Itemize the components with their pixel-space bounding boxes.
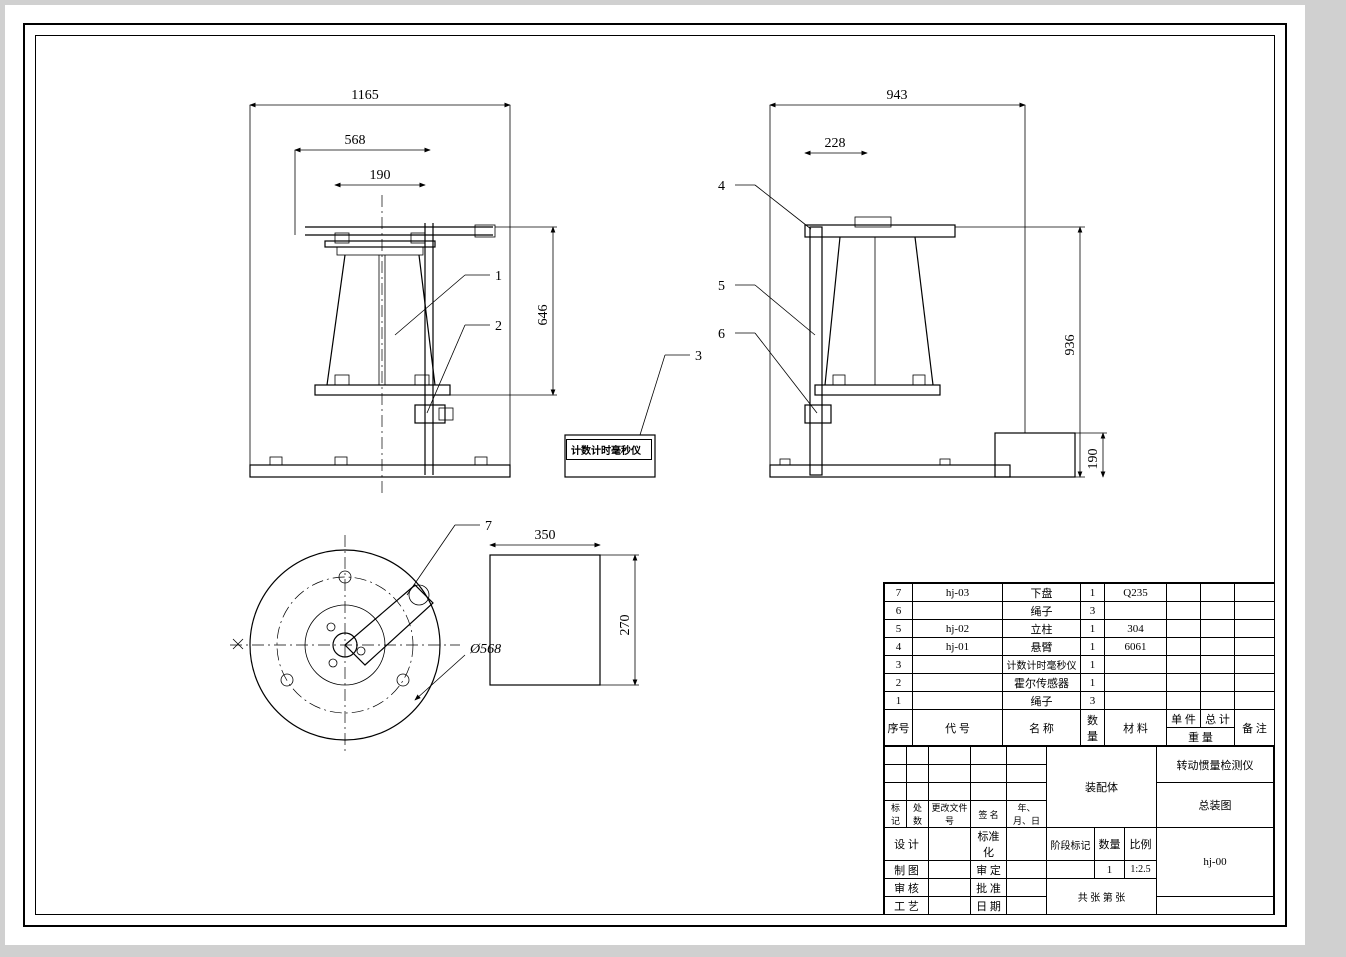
balloon-3: 3	[640, 349, 702, 435]
dim-side-base: 190	[1086, 449, 1101, 470]
top-view: Ø568 350 270	[230, 528, 639, 755]
side-view: 943 228 936 190	[770, 88, 1107, 477]
dim-dia: Ø568	[469, 642, 501, 657]
bom-and-title-block: 7hj-03下盘1Q235 6绳子3 5hj-02立柱1304 4hj-01悬臂…	[883, 582, 1275, 915]
dim-side-overall: 943	[887, 88, 908, 103]
svg-text:3: 3	[695, 349, 702, 364]
balloon-4: 4	[718, 179, 811, 229]
balloon-2: 2	[427, 319, 502, 413]
assembly-title: 装配体	[1047, 747, 1157, 828]
dim-front-inner: 190	[370, 168, 391, 183]
title-block: 装配体 转动惯量检测仪 总装图 标记 处数 更改文件号 签 名 年、月、日 设 …	[884, 746, 1274, 915]
drawing-title: 总装图	[1157, 783, 1274, 828]
front-view: 1165 568 190 646	[250, 88, 557, 495]
bom-row: 2霍尔传感器1	[885, 674, 1275, 692]
dim-box-h: 270	[618, 615, 633, 636]
dim-side-inner: 228	[825, 136, 846, 151]
bom-row: 3计数计时毫秒仪1	[885, 656, 1275, 674]
bom-row: 1绳子3	[885, 692, 1275, 710]
drawing-sheet: 1165 568 190 646 1	[5, 5, 1305, 945]
balloon-7: 7	[407, 519, 492, 595]
bom-table: 7hj-03下盘1Q235 6绳子3 5hj-02立柱1304 4hj-01悬臂…	[884, 583, 1275, 746]
dim-side-height: 936	[1063, 335, 1078, 356]
balloon-6: 6	[718, 327, 817, 413]
balloon-5: 5	[718, 279, 815, 335]
dim-box-w: 350	[535, 528, 556, 543]
svg-text:7: 7	[485, 519, 492, 534]
svg-text:4: 4	[718, 179, 725, 194]
svg-text:5: 5	[718, 279, 725, 294]
bom-row: 7hj-03下盘1Q235	[885, 584, 1275, 602]
dim-front-overall: 1165	[351, 88, 378, 103]
svg-text:1: 1	[495, 269, 502, 284]
bom-row: 4hj-01悬臂16061	[885, 638, 1275, 656]
svg-text:6: 6	[718, 327, 725, 342]
dim-front-mid: 568	[345, 133, 366, 148]
bom-row: 5hj-02立柱1304	[885, 620, 1275, 638]
drawing-number: hj-00	[1157, 828, 1274, 897]
bom-header: 序号 代 号 名 称 数量 材 料 单 件 总 计 备 注	[885, 710, 1275, 728]
drawing-canvas: 1165 568 190 646 1	[35, 35, 1275, 915]
dim-front-height: 646	[536, 305, 551, 326]
bom-row: 6绳子3	[885, 602, 1275, 620]
svg-text:2: 2	[495, 319, 502, 334]
product-name: 转动惯量检测仪	[1157, 747, 1274, 783]
timer-label: 计数计时毫秒仪	[566, 439, 652, 460]
